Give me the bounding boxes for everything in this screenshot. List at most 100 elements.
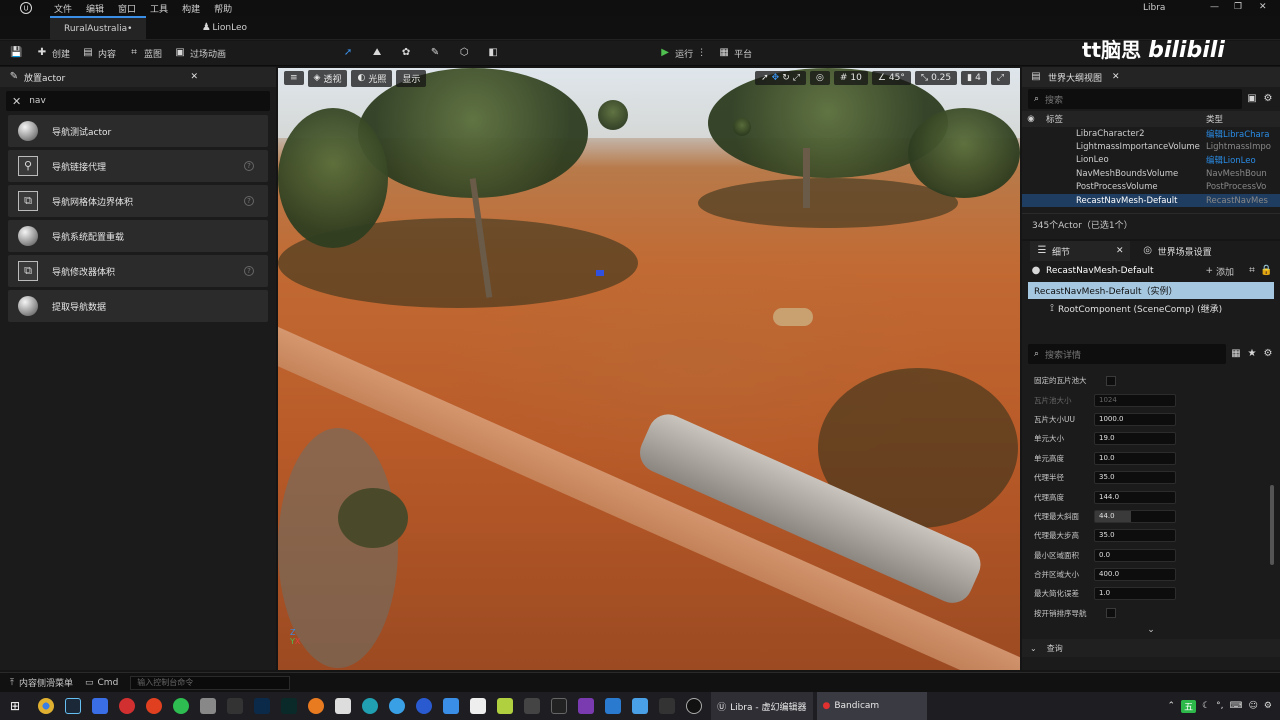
tab-lionleo[interactable]: ♟ LionLeo [186, 16, 261, 40]
punctuation-icon[interactable]: °, [1216, 701, 1223, 711]
netease-music-icon[interactable] [118, 698, 135, 714]
visual-studio-icon[interactable] [577, 698, 594, 714]
taskbar-bandicam[interactable]: ● Bandicam [816, 692, 927, 720]
landscape-mode-icon[interactable]: ⛰ [371, 47, 383, 59]
taskbar-unreal-editor[interactable]: Ⓤ Libra - 虚幻编辑器 [711, 692, 813, 720]
outliner-search-input[interactable]: ⌕ 搜索 [1028, 89, 1242, 109]
camera-icon[interactable] [199, 698, 216, 714]
star-icon[interactable]: ★ [1246, 348, 1258, 360]
select-mode-icon[interactable]: ➚ [342, 47, 354, 59]
actor-search-input[interactable]: ✕ nav [6, 91, 270, 111]
view-mode-button[interactable]: ◈ 透视 [307, 69, 348, 87]
office-icon[interactable] [145, 698, 162, 714]
app-icon[interactable] [388, 698, 405, 714]
vscode-icon[interactable] [604, 698, 621, 714]
menu-help[interactable]: 帮助 [214, 2, 232, 15]
menu-window[interactable]: 窗口 [118, 2, 136, 15]
app-icon[interactable] [631, 698, 648, 714]
maximize-viewport-button[interactable]: ⤢ [990, 71, 1010, 85]
property-field[interactable]: 19.0 [1094, 432, 1176, 446]
help-icon[interactable]: ? [244, 161, 254, 171]
property-field[interactable]: 1.0 [1094, 587, 1176, 601]
add-component-button[interactable]: + 添加 [1205, 265, 1234, 278]
level-viewport[interactable]: ≡ ◈ 透视 ◐ 光照 显示 ➚ ✥ ↻ ⤢ ◎ #10 ∠ 45° ⤡ 0.25 ▮ 4 ⤢ … [278, 68, 1020, 670]
person-icon[interactable]: ☺ [1249, 701, 1258, 711]
place-actors-tab[interactable]: ✎ 放置actor ✕ [0, 67, 276, 87]
scrollbar[interactable] [1270, 485, 1274, 565]
blueprint-button[interactable]: ⌗ 蓝图 [128, 47, 162, 60]
close-tab-icon[interactable]: ✕ [1116, 246, 1124, 256]
tab-details[interactable]: ☰ 细节 ✕ [1030, 241, 1130, 261]
table-row[interactable]: LibraCharacter2 编辑LibraChara [1022, 127, 1280, 140]
app-icon[interactable] [523, 698, 540, 714]
windows-start-icon[interactable]: ⊞ [10, 699, 20, 713]
blender-icon[interactable] [307, 698, 324, 714]
list-item[interactable]: ⧉ 导航修改器体积 ? [8, 255, 268, 287]
property-slider[interactable]: 44.0 [1094, 509, 1176, 523]
component-instance[interactable]: RecastNavMesh-Default（实例） [1028, 282, 1274, 299]
visibility-icon[interactable]: ◉ [1022, 114, 1040, 124]
show-button[interactable]: 显示 [396, 69, 427, 87]
table-row[interactable]: LionLeo 编辑LionLeo [1022, 154, 1280, 167]
close-tab-icon[interactable]: ✕ [1112, 72, 1120, 82]
viewport-menu-button[interactable]: ≡ [284, 71, 304, 85]
audition-icon[interactable] [280, 698, 297, 714]
clear-search-icon[interactable]: ✕ [12, 95, 21, 108]
menu-build[interactable]: 构建 [182, 2, 200, 15]
details-search-input[interactable]: ⌕ 搜索详情 [1028, 344, 1226, 364]
close-icon[interactable]: ✕ [1259, 2, 1267, 12]
play-button[interactable]: ▶ 运行 ⋮ [659, 47, 706, 60]
add-folder-icon[interactable]: ▣ [1246, 93, 1258, 105]
fracture-mode-icon[interactable]: ◧ [487, 47, 499, 59]
property-field[interactable]: 0.0 [1094, 548, 1176, 562]
menu-tools[interactable]: 工具 [150, 2, 168, 15]
create-button[interactable]: ✚ 创建 [36, 47, 70, 60]
ime-icon[interactable]: 五 [1181, 699, 1197, 713]
table-row-selected[interactable]: RecastNavMesh-Default RecastNavMes [1022, 193, 1280, 208]
property-field[interactable]: 1000.0 [1094, 412, 1176, 426]
app-icon[interactable] [658, 698, 675, 714]
app-icon[interactable] [496, 698, 513, 714]
list-item[interactable]: ⚲ 导航链接代理 ? [8, 150, 268, 182]
unreal-logo-icon[interactable]: U [20, 2, 32, 14]
property-field[interactable]: 10.0 [1094, 451, 1176, 465]
app-icon[interactable] [91, 698, 108, 714]
wechat-icon[interactable] [172, 698, 189, 714]
menu-edit[interactable]: 编辑 [86, 2, 104, 15]
table-row[interactable]: LightmassImportanceVolume LightmassImpo [1022, 140, 1280, 153]
outliner-tab[interactable]: ▤ 世界大纲视图 ✕ [1022, 67, 1280, 87]
section-query[interactable]: ⌄ 查询 [1022, 639, 1280, 658]
close-tab-icon[interactable]: ✕ [190, 72, 198, 82]
calculator-icon[interactable] [442, 698, 459, 714]
content-button[interactable]: ▤ 内容 [82, 47, 116, 60]
chevron-up-icon[interactable]: ⌃ [1168, 701, 1176, 711]
rotation-snap-button[interactable]: ∠ 45° [871, 71, 911, 85]
camera-speed-button[interactable]: ▮ 4 [961, 71, 987, 85]
tab-world-settings[interactable]: ◎ 世界场景设置 [1142, 245, 1211, 258]
blueprint-icon[interactable]: ⌗ [1246, 265, 1258, 277]
settings-icon[interactable]: ⚙ [1262, 348, 1274, 360]
component-root[interactable]: ⟟ RootComponent (SceneComp) (继承) [1028, 300, 1274, 317]
cmd-dropdown[interactable]: ▭ Cmd [85, 678, 118, 688]
help-icon[interactable]: ? [244, 266, 254, 276]
moon-icon[interactable]: ☾ [1202, 701, 1210, 711]
table-row[interactable]: PostProcessVolume PostProcessVo [1022, 181, 1280, 194]
property-field[interactable]: 35.0 [1094, 471, 1176, 485]
content-drawer-button[interactable]: ⤒ 内容侧滑菜单 [10, 676, 73, 690]
foliage-mode-icon[interactable]: ✿ [400, 47, 412, 59]
paint-mode-icon[interactable]: ✎ [429, 47, 441, 59]
grid-snap-button[interactable]: #10 [833, 71, 868, 85]
app-icon[interactable] [469, 698, 486, 714]
console-input[interactable]: 输入控制台命令 [130, 675, 291, 690]
terminal-icon[interactable] [550, 698, 567, 714]
photoshop-icon[interactable] [253, 698, 270, 714]
menu-file[interactable]: 文件 [54, 2, 72, 15]
modeling-mode-icon[interactable]: ⬡ [458, 47, 470, 59]
lock-icon[interactable]: 🔒 [1260, 265, 1272, 277]
maximize-icon[interactable]: ❐ [1234, 2, 1242, 12]
lighting-button[interactable]: ◐ 光照 [351, 69, 393, 87]
app-icon[interactable] [415, 698, 432, 714]
settings-icon[interactable]: ⚙ [1264, 701, 1272, 711]
list-item[interactable]: 导航测试actor [8, 115, 268, 147]
live-icon[interactable] [226, 698, 243, 714]
